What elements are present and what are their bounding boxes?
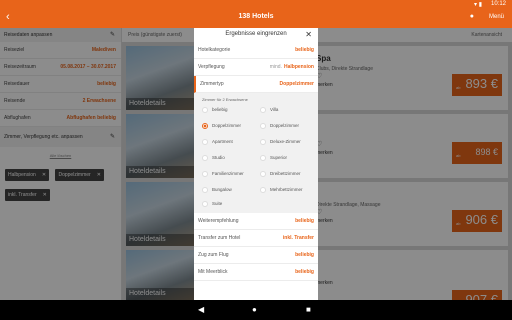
row-value: beliebig — [295, 218, 314, 224]
row-value: beliebig — [295, 252, 314, 258]
row-value: Doppelzimmer — [278, 81, 314, 87]
filter-row-category[interactable]: Hotelkategorie beliebig — [194, 42, 318, 59]
radio-icon[interactable] — [260, 107, 266, 113]
option-label: Dreibettzimmer — [270, 171, 301, 177]
radio-option[interactable]: Deluxe-Zimmer — [260, 139, 301, 145]
radio-option[interactable]: Bungalow — [202, 187, 232, 193]
row-value: beliebig — [293, 47, 314, 53]
system-nav-bar: ◀ ● ■ — [0, 300, 512, 320]
filter-row-board[interactable]: Verpflegung mind. Halbpension — [194, 59, 318, 76]
radio-icon[interactable] — [260, 155, 266, 161]
value-text: Halbpension — [283, 64, 314, 70]
value-text: beliebig — [295, 47, 314, 53]
radio-icon[interactable] — [260, 187, 266, 193]
option-label: Doppelzimmer — [270, 123, 300, 129]
modal-header: Ergebnisse eingrenzen ✕ — [194, 28, 318, 42]
home-nav-icon[interactable]: ● — [252, 305, 257, 314]
option-label: Mehrbettzimmer — [270, 187, 303, 193]
menu-button[interactable]: Menü — [489, 14, 504, 20]
filter-modal: Ergebnisse eingrenzen ✕ Hotelkategorie be… — [194, 28, 318, 300]
radio-option[interactable]: beliebig — [202, 107, 228, 113]
radio-option[interactable]: Superior — [260, 155, 287, 161]
option-label: Doppelzimmer — [212, 123, 242, 129]
row-value: beliebig — [295, 269, 314, 275]
modal-title: Ergebnisse eingrenzen — [225, 31, 287, 37]
room-type-options: Zimmer für 2 Erwachsene beliebig Villa D… — [194, 93, 318, 213]
row-label: Zug zum Flug — [198, 252, 229, 258]
status-bar: ▾ ▮ 10:12 — [0, 0, 512, 8]
option-label: Studio — [212, 155, 225, 161]
value-prefix: mind. — [269, 64, 282, 70]
option-label: beliebig — [212, 107, 228, 113]
radio-option[interactable]: Dreibettzimmer — [260, 171, 301, 177]
option-label: Deluxe-Zimmer — [270, 139, 301, 145]
row-label: Mit Meerblick — [198, 269, 228, 275]
status-time: 10:12 — [490, 1, 506, 7]
radio-icon[interactable] — [260, 171, 266, 177]
wifi-battery-icon: ▾ ▮ — [474, 2, 482, 8]
radio-option[interactable]: Mehrbettzimmer — [260, 187, 303, 193]
row-label: Weiterempfehlung — [198, 218, 239, 224]
radio-option[interactable]: Apartment — [202, 139, 233, 145]
radio-option[interactable]: Doppelzimmer — [260, 123, 299, 129]
option-label: Suite — [212, 201, 223, 207]
rooms-caption: Zimmer für 2 Erwachsene — [202, 97, 248, 102]
radio-icon[interactable] — [202, 123, 208, 129]
filter-row-roomtype[interactable]: Zimmertyp Doppelzimmer — [194, 76, 318, 93]
filter-row-transfer[interactable]: Transfer zum Hotel inkl. Transfer — [194, 230, 318, 247]
app-bar: ‹ 138 Hotels ● Menü — [0, 8, 512, 28]
option-label: Familienzimmer — [212, 171, 244, 177]
row-value: inkl. Transfer — [282, 235, 314, 241]
row-label: Zimmertyp — [200, 81, 224, 87]
close-icon[interactable]: ✕ — [305, 30, 312, 39]
row-label: Hotelkategorie — [198, 47, 231, 53]
recents-nav-icon[interactable]: ■ — [306, 305, 311, 314]
filter-row-recommendation[interactable]: Weiterempfehlung beliebig — [194, 213, 318, 230]
option-label: Villa — [270, 107, 279, 113]
radio-option[interactable]: Doppelzimmer — [202, 123, 241, 129]
radio-option[interactable]: Suite — [202, 201, 222, 207]
radio-option[interactable]: Familienzimmer — [202, 171, 244, 177]
row-label: Transfer zum Hotel — [198, 235, 241, 241]
radio-icon[interactable] — [260, 139, 266, 145]
radio-icon[interactable] — [202, 139, 208, 145]
value-text: Doppelzimmer — [279, 81, 314, 87]
back-nav-icon[interactable]: ◀ — [198, 305, 204, 314]
user-icon[interactable]: ● — [470, 13, 474, 20]
radio-icon[interactable] — [202, 171, 208, 177]
radio-icon[interactable] — [202, 107, 208, 113]
filter-row-rail[interactable]: Zug zum Flug beliebig — [194, 247, 318, 264]
row-value: mind. Halbpension — [270, 64, 314, 70]
filter-row-seaview[interactable]: Mit Meerblick beliebig — [194, 264, 318, 281]
row-label: Verpflegung — [198, 64, 225, 70]
option-label: Superior — [270, 155, 288, 161]
option-label: Apartment — [212, 139, 233, 145]
radio-icon[interactable] — [260, 123, 266, 129]
radio-option[interactable]: Villa — [260, 107, 278, 113]
radio-option[interactable]: Studio — [202, 155, 225, 161]
page-title: 138 Hotels — [238, 13, 274, 20]
radio-icon[interactable] — [202, 155, 208, 161]
radio-icon[interactable] — [202, 201, 208, 207]
option-label: Bungalow — [212, 187, 232, 193]
radio-icon[interactable] — [202, 187, 208, 193]
